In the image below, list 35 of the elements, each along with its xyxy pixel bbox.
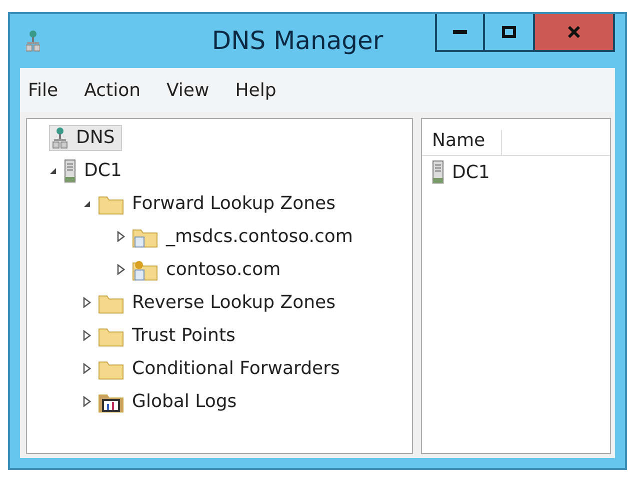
lock-folder-icon bbox=[132, 258, 158, 280]
column-header[interactable]: Name bbox=[422, 130, 502, 155]
network-icon bbox=[26, 30, 40, 52]
collapsed-arrow-icon[interactable] bbox=[83, 363, 91, 374]
tree-item[interactable]: contoso.com bbox=[129, 256, 288, 282]
server-icon bbox=[64, 158, 76, 182]
menu-item[interactable]: Help bbox=[235, 80, 276, 100]
menu-item[interactable]: Action bbox=[84, 80, 140, 100]
server-icon bbox=[432, 160, 444, 184]
close-button[interactable] bbox=[535, 14, 615, 52]
window-title: DNS Manager bbox=[210, 26, 384, 55]
expanded-arrow-icon[interactable] bbox=[49, 166, 57, 174]
tree-item[interactable]: Trust Points bbox=[95, 322, 242, 348]
maximize-icon bbox=[502, 26, 516, 38]
menu-item[interactable]: File bbox=[28, 80, 58, 100]
collapsed-arrow-icon[interactable] bbox=[83, 396, 91, 407]
tree-item[interactable]: DNS bbox=[49, 124, 122, 150]
menu-item[interactable]: View bbox=[166, 80, 210, 100]
expanded-arrow-icon[interactable] bbox=[83, 200, 91, 208]
tree-item[interactable]: _msdcs.contoso.com bbox=[129, 224, 360, 250]
network-icon bbox=[52, 126, 68, 148]
tree-item[interactable]: Reverse Lookup Zones bbox=[95, 290, 342, 316]
collapsed-arrow-icon[interactable] bbox=[117, 264, 125, 275]
tree-item[interactable]: DC1 bbox=[61, 156, 129, 184]
tree-item[interactable]: Global Logs bbox=[95, 388, 244, 414]
minimize-button[interactable] bbox=[435, 14, 485, 52]
tree-item[interactable]: Forward Lookup Zones bbox=[95, 190, 342, 216]
close-icon bbox=[567, 25, 581, 39]
list-item[interactable]: DC1 bbox=[422, 156, 610, 188]
collapsed-arrow-icon[interactable] bbox=[83, 330, 91, 341]
collapsed-arrow-icon[interactable] bbox=[117, 231, 125, 242]
maximize-button[interactable] bbox=[485, 14, 535, 52]
tree-item[interactable]: Conditional Forwarders bbox=[95, 356, 347, 382]
minimize-icon bbox=[453, 30, 467, 34]
collapsed-arrow-icon[interactable] bbox=[83, 297, 91, 308]
